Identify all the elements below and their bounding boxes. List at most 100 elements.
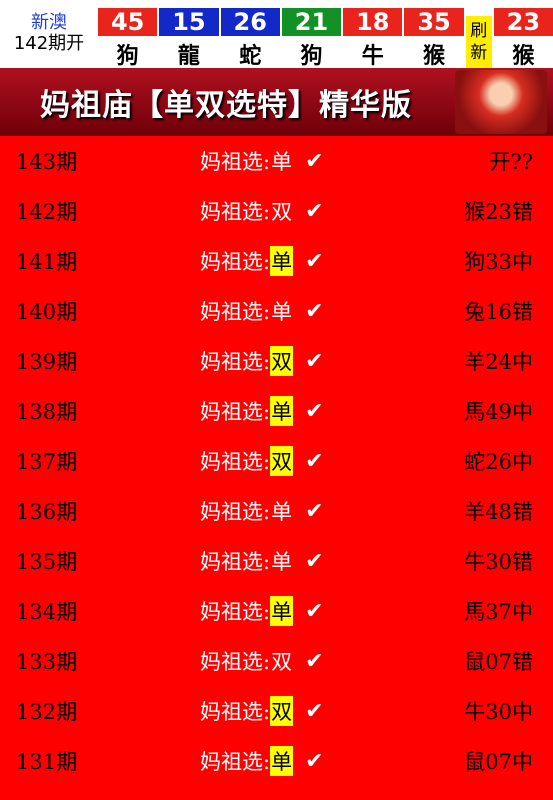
mazu-portrait <box>455 70 547 134</box>
check-icon: ✔ <box>305 748 324 774</box>
pick-value: 单 <box>270 246 294 276</box>
prediction-row: 138期 妈祖选: 单 ✔ 馬49中 <box>0 386 553 436</box>
draw-header: 新澳 142期开 45 狗 15 龍 26 蛇 21 狗 18 牛 35 猴 刷 新 23 猴 <box>0 0 553 69</box>
row-pick: 妈祖选: 双 ✔ <box>200 346 324 376</box>
row-period: 141期 <box>16 250 78 274</box>
pick-label: 妈祖选: <box>200 350 271 374</box>
draw-period: 142期开 <box>13 33 85 54</box>
check-icon: ✔ <box>305 398 324 424</box>
row-pick: 妈祖选: 双 ✔ <box>200 446 324 476</box>
row-pick: 妈祖选: 双 ✔ <box>200 646 324 676</box>
pick-value: 单 <box>271 300 293 324</box>
row-result: 开?? <box>489 150 533 174</box>
prediction-row: 135期 妈祖选: 单 ✔ 牛30错 <box>0 536 553 586</box>
prediction-row: 137期 妈祖选: 双 ✔ 蛇26中 <box>0 436 553 486</box>
pick-label: 妈祖选: <box>200 250 271 274</box>
row-period: 142期 <box>16 200 78 224</box>
pick-value: 双 <box>271 200 293 224</box>
ball-zodiac: 龍 <box>177 44 200 69</box>
pick-label: 妈祖选: <box>200 500 271 524</box>
row-pick: 妈祖选: 单 ✔ <box>200 746 324 776</box>
row-result: 馬49中 <box>464 400 533 424</box>
pick-value: 双 <box>271 650 293 674</box>
check-icon: ✔ <box>305 348 324 374</box>
pick-label: 妈祖选: <box>200 550 271 574</box>
row-result: 鼠07中 <box>464 750 533 774</box>
pick-label: 妈祖选: <box>200 600 271 624</box>
check-icon: ✔ <box>305 598 324 624</box>
row-period: 135期 <box>16 550 78 574</box>
pick-label: 妈祖选: <box>200 650 271 674</box>
row-result: 羊48错 <box>464 500 533 524</box>
row-result: 鼠07错 <box>464 650 533 674</box>
pick-label: 妈祖选: <box>200 150 271 174</box>
prediction-row: 132期 妈祖选: 双 ✔ 牛30中 <box>0 686 553 736</box>
ball-zodiac: 猴 <box>512 44 535 69</box>
ball-3: 26 蛇 <box>220 8 280 69</box>
row-result: 兔16错 <box>464 300 533 324</box>
check-icon: ✔ <box>305 148 324 174</box>
row-pick: 妈祖选: 单 ✔ <box>200 246 324 276</box>
prediction-row: 131期 妈祖选: 单 ✔ 鼠07中 <box>0 736 553 786</box>
pick-value: 单 <box>270 746 294 776</box>
ball-zodiac: 狗 <box>300 44 323 69</box>
ball-zodiac: 蛇 <box>239 44 262 69</box>
row-period: 131期 <box>16 750 78 774</box>
prediction-row: 133期 妈祖选: 双 ✔ 鼠07错 <box>0 636 553 686</box>
prediction-row: 136期 妈祖选: 单 ✔ 羊48错 <box>0 486 553 536</box>
pick-value: 单 <box>271 550 293 574</box>
row-period: 136期 <box>16 500 78 524</box>
ball-zodiac: 牛 <box>361 44 384 69</box>
row-pick: 妈祖选: 单 ✔ <box>200 496 324 526</box>
row-period: 132期 <box>16 700 78 724</box>
pick-label: 妈祖选: <box>200 300 271 324</box>
ball-number: 21 <box>281 8 342 36</box>
pick-label: 妈祖选: <box>200 750 271 774</box>
row-result: 牛30错 <box>464 550 533 574</box>
row-result: 猴23错 <box>464 200 533 224</box>
draw-label: 新澳 142期开 <box>0 0 98 68</box>
check-icon: ✔ <box>305 698 324 724</box>
row-pick: 妈祖选: 单 ✔ <box>200 546 324 576</box>
row-pick: 妈祖选: 单 ✔ <box>200 296 324 326</box>
pick-label: 妈祖选: <box>200 700 271 724</box>
check-icon: ✔ <box>305 448 324 474</box>
title-banner: 妈祖庙【单双选特】精华版 <box>0 68 553 136</box>
refresh-label-1: 刷 <box>470 20 488 41</box>
row-period: 143期 <box>16 150 78 174</box>
special-ball: 23 猴 <box>493 8 553 69</box>
row-result: 羊24中 <box>464 350 533 374</box>
ball-zodiac: 狗 <box>116 44 139 69</box>
check-icon: ✔ <box>305 248 324 274</box>
row-period: 134期 <box>16 600 78 624</box>
check-icon: ✔ <box>305 498 324 524</box>
ball-5: 18 牛 <box>343 8 403 69</box>
row-result: 狗33中 <box>464 250 533 274</box>
ball-number: 18 <box>343 8 403 36</box>
pick-value: 单 <box>271 150 293 174</box>
banner-title: 妈祖庙【单双选特】精华版 <box>40 88 412 123</box>
row-period: 137期 <box>16 450 78 474</box>
prediction-row: 143期 妈祖选: 单 ✔ 开?? <box>0 136 553 186</box>
row-period: 140期 <box>16 300 78 324</box>
ball-zodiac: 猴 <box>423 44 446 69</box>
refresh-button[interactable]: 刷 新 <box>465 16 492 68</box>
check-icon: ✔ <box>305 548 324 574</box>
pick-value: 双 <box>270 446 294 476</box>
prediction-row: 142期 妈祖选: 双 ✔ 猴23错 <box>0 186 553 236</box>
prediction-row: 139期 妈祖选: 双 ✔ 羊24中 <box>0 336 553 386</box>
row-period: 133期 <box>16 650 78 674</box>
refresh-label-2: 新 <box>470 43 488 63</box>
row-pick: 妈祖选: 单 ✔ <box>200 146 324 176</box>
row-result: 蛇26中 <box>464 450 533 474</box>
check-icon: ✔ <box>305 198 324 224</box>
row-result: 馬37中 <box>464 600 533 624</box>
ball-number: 45 <box>98 8 158 36</box>
pick-value: 单 <box>271 500 293 524</box>
ball-6: 35 猴 <box>404 8 464 69</box>
prediction-row: 141期 妈祖选: 单 ✔ 狗33中 <box>0 236 553 286</box>
ball-2: 15 龍 <box>159 8 219 69</box>
row-result: 牛30中 <box>464 700 533 724</box>
check-icon: ✔ <box>305 648 324 674</box>
ball-number: 15 <box>159 8 219 36</box>
